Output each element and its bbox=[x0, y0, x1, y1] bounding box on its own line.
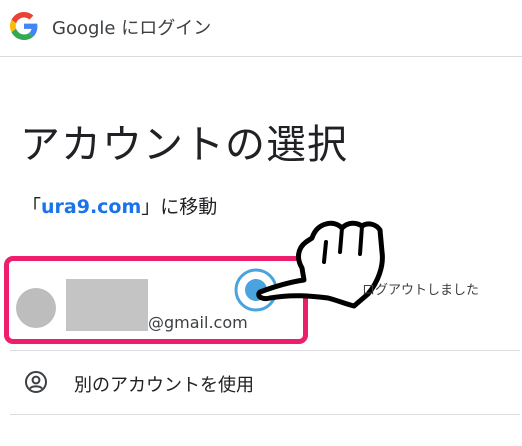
continue-suffix: 」に移動 bbox=[141, 196, 218, 218]
page-title: アカウントの選択 bbox=[20, 122, 348, 168]
google-logo-icon bbox=[10, 12, 38, 40]
site-link[interactable]: ura9.com bbox=[41, 196, 141, 218]
use-another-account-label: 別のアカウントを使用 bbox=[74, 375, 254, 396]
continue-open-bracket: 「 bbox=[22, 196, 42, 218]
continue-to-site: 「ura9.com」に移動 bbox=[22, 192, 217, 219]
sign-in-title: Google にログイン bbox=[52, 18, 212, 39]
top-bar: Google にログイン bbox=[0, 0, 522, 57]
divider bbox=[10, 414, 520, 415]
person-circle-icon bbox=[25, 371, 47, 393]
account-email: @gmail.com bbox=[148, 313, 248, 332]
divider bbox=[10, 350, 520, 351]
signed-out-status: ログアウトしました bbox=[362, 283, 480, 298]
masked-account-name bbox=[66, 279, 148, 331]
avatar bbox=[16, 288, 56, 328]
